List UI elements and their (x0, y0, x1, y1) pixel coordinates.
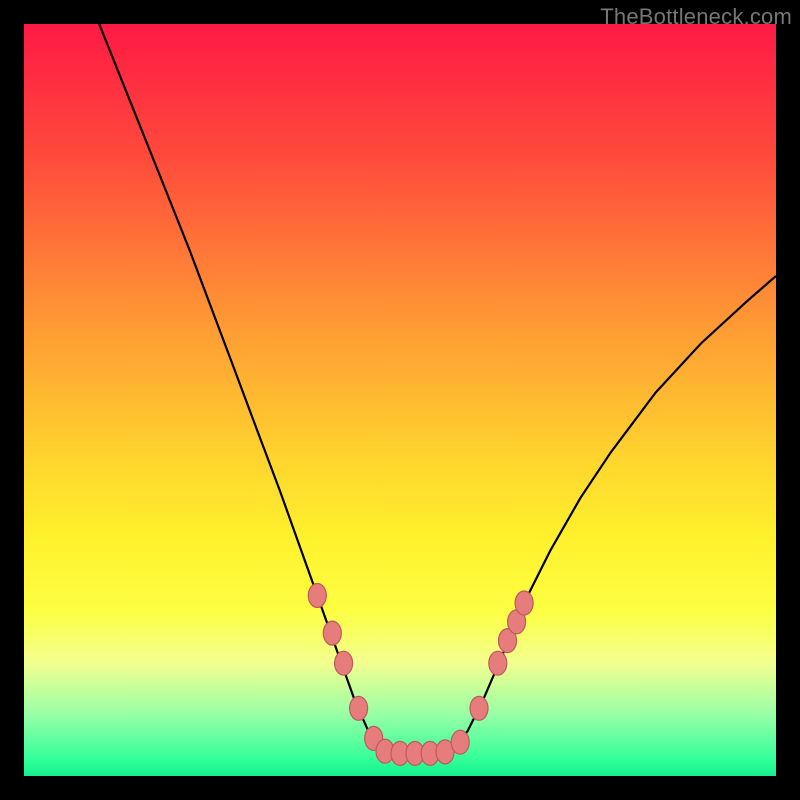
plot-area (24, 24, 776, 776)
data-marker (470, 696, 488, 720)
data-marker (515, 591, 533, 615)
data-marker (451, 730, 469, 754)
bottleneck-chart (24, 24, 776, 776)
data-marker (350, 696, 368, 720)
data-marker (335, 651, 353, 675)
chart-stage: { "watermark": "TheBottleneck.com", "col… (0, 0, 800, 800)
gradient-background (24, 24, 776, 776)
watermark-text: TheBottleneck.com (600, 4, 792, 30)
data-marker (308, 584, 326, 608)
data-marker (489, 651, 507, 675)
data-marker (323, 621, 341, 645)
